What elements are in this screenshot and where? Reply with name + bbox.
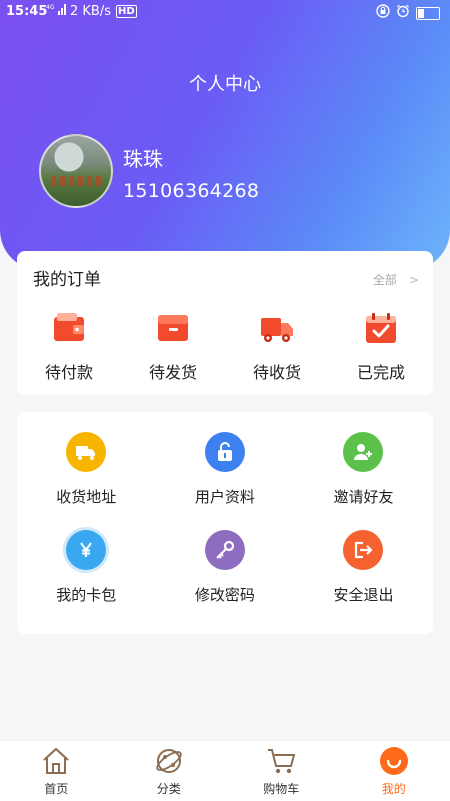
service-user-profile[interactable]: 用户资料	[156, 432, 295, 530]
hd-badge: HD	[116, 5, 137, 18]
truck-icon	[259, 311, 295, 345]
user-name: 珠珠	[123, 143, 163, 172]
view-all-label: 全部	[373, 273, 397, 287]
service-label: 安全退出	[333, 584, 393, 605]
orders-card: 我的订单 全部 > 待付款 待发货 待收货 已完成	[17, 251, 433, 395]
service-card-wallet[interactable]: 我的卡包	[17, 530, 156, 628]
service-shipping-address[interactable]: 收货地址	[17, 432, 156, 530]
order-label: 待付款	[45, 359, 93, 383]
service-label: 我的卡包	[56, 584, 116, 605]
orders-title: 我的订单	[33, 265, 101, 290]
service-label: 用户资料	[195, 486, 255, 507]
bottom-tab-bar: 首页 分类 购物车 我的	[0, 740, 450, 801]
service-label: 邀请好友	[333, 486, 393, 507]
battery-icon	[416, 7, 440, 20]
tab-home[interactable]: 首页	[0, 741, 113, 801]
status-bar: 15:45 4G 2 KB/s HD	[0, 0, 450, 26]
tab-category[interactable]: 分类	[113, 741, 226, 801]
status-time: 15:45	[6, 4, 47, 19]
alarm-icon	[396, 4, 410, 22]
order-label: 已完成	[357, 359, 405, 383]
logout-icon	[343, 530, 383, 570]
order-label: 待发货	[149, 359, 197, 383]
order-completed[interactable]: 已完成	[329, 311, 433, 383]
tab-label: 分类	[157, 780, 181, 797]
order-label: 待收货	[253, 359, 301, 383]
category-icon	[154, 746, 184, 776]
yen-icon	[66, 530, 106, 570]
service-change-password[interactable]: 修改密码	[156, 530, 295, 628]
tab-label: 我的	[382, 780, 406, 797]
network-speed: 2 KB/s	[70, 4, 111, 19]
tab-profile[interactable]: 我的	[338, 741, 450, 801]
order-pending-payment[interactable]: 待付款	[17, 311, 121, 383]
box-icon	[155, 311, 191, 345]
chevron-right-icon: >	[409, 273, 419, 287]
service-logout[interactable]: 安全退出	[294, 530, 433, 628]
key-icon	[205, 530, 245, 570]
page-title: 个人中心	[0, 70, 450, 96]
signal-icon: 4G	[46, 2, 68, 20]
lock-rotation-icon	[376, 4, 390, 22]
check-calendar-icon	[363, 311, 399, 345]
order-pending-receipt[interactable]: 待收货	[225, 311, 329, 383]
orders-view-all[interactable]: 全部 >	[373, 271, 419, 288]
user-phone: 15106364268	[123, 180, 259, 202]
order-pending-shipment[interactable]: 待发货	[121, 311, 225, 383]
tab-label: 首页	[44, 780, 68, 797]
truck-icon	[66, 432, 106, 472]
service-label: 收货地址	[56, 486, 116, 507]
tab-cart[interactable]: 购物车	[225, 741, 338, 801]
home-icon	[41, 746, 71, 776]
wallet-icon	[51, 311, 87, 345]
network-label: 4G	[46, 4, 55, 11]
services-card: 收货地址 用户资料 邀请好友 我的卡包 修改密码	[17, 412, 433, 634]
lock-icon	[205, 432, 245, 472]
avatar[interactable]	[39, 134, 113, 208]
tab-label: 购物车	[263, 780, 299, 797]
cart-icon	[266, 746, 296, 776]
profile-icon	[379, 746, 409, 776]
service-invite-friends[interactable]: 邀请好友	[294, 432, 433, 530]
service-label: 修改密码	[195, 584, 255, 605]
add-user-icon	[343, 432, 383, 472]
